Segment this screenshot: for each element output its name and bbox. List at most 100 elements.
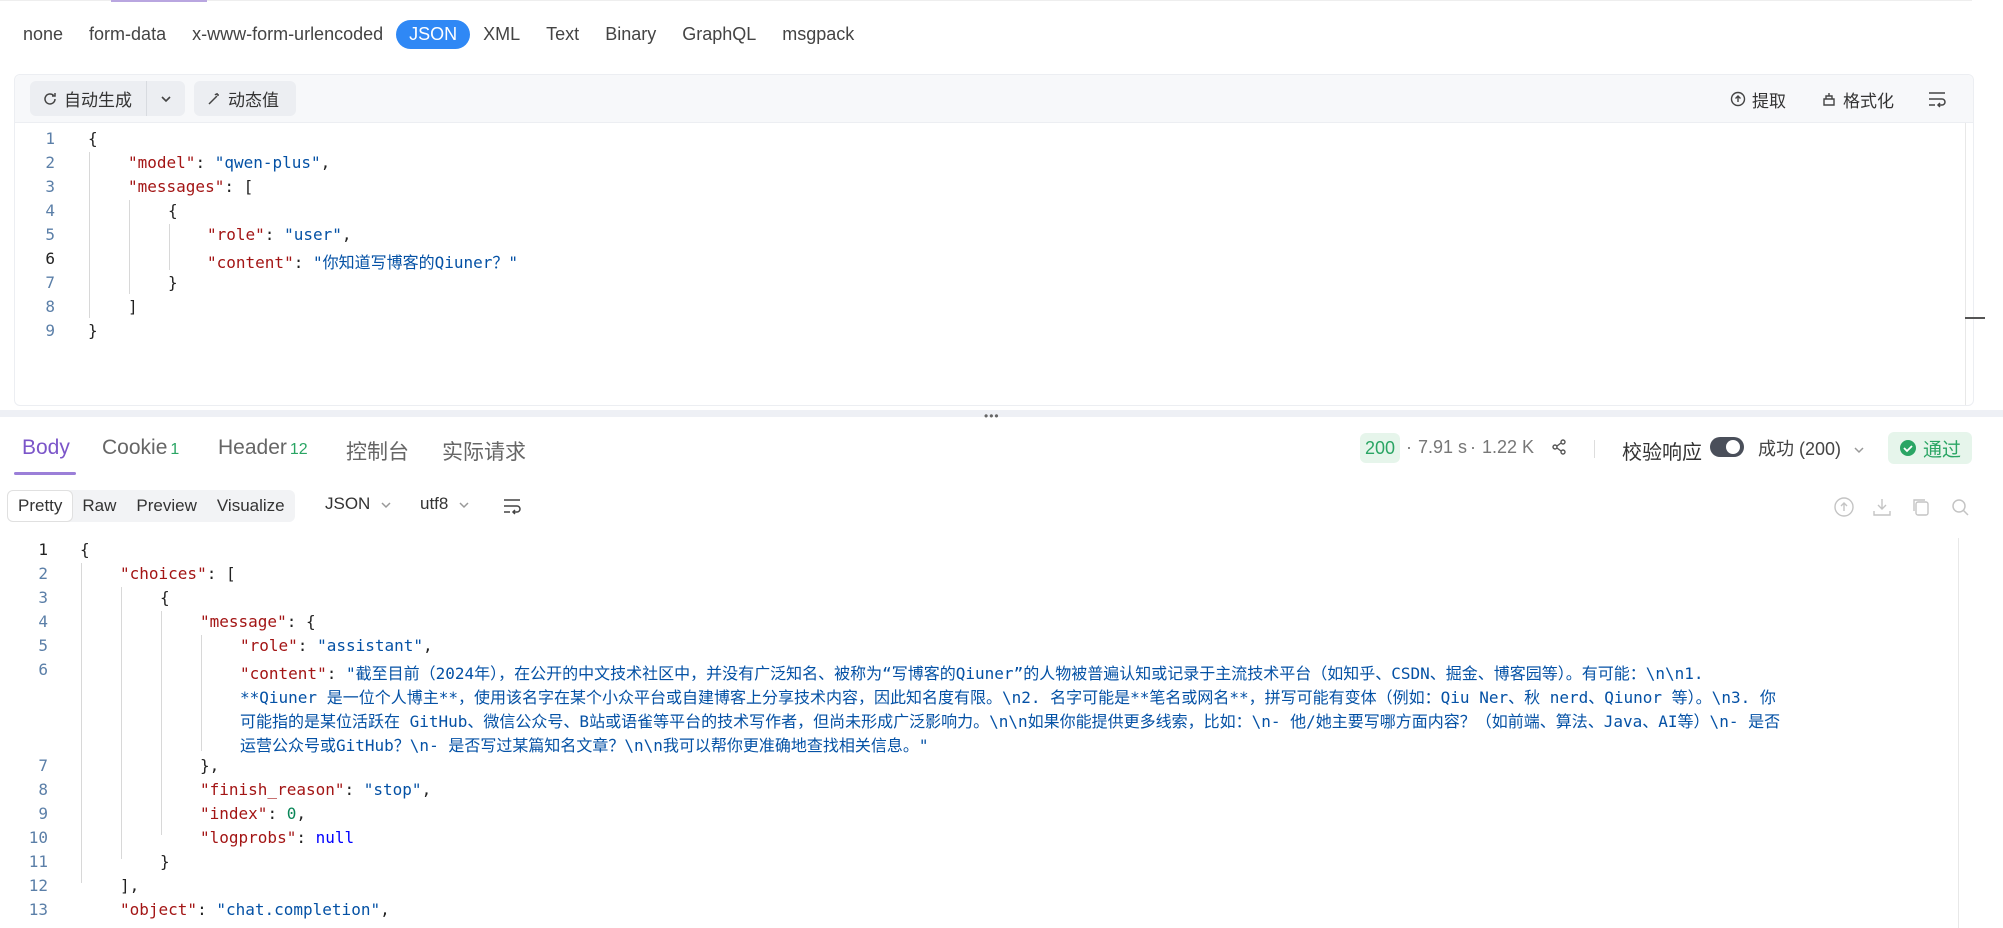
indent-guide — [169, 224, 170, 270]
brush-icon — [1823, 93, 1835, 106]
language-select-value: JSON — [325, 494, 371, 513]
view-format-segmented: Pretty Raw Preview Visualize — [8, 490, 295, 522]
divider — [1594, 440, 1595, 458]
line-number: 7 — [45, 273, 55, 292]
body-type-none[interactable]: none — [10, 20, 76, 49]
chevron-down-icon — [459, 501, 469, 508]
share-icon[interactable] — [1550, 438, 1568, 456]
code-line: ] — [128, 297, 138, 316]
code-line: { — [88, 129, 98, 148]
code-line: } — [88, 321, 98, 340]
auto-generate-button[interactable]: 自动生成 — [30, 81, 185, 116]
code-line: "logprobs": null — [200, 828, 355, 847]
format-button[interactable]: 格式化 — [1821, 83, 1894, 115]
line-number: 13 — [28, 900, 48, 919]
upload-circle-icon — [1730, 91, 1746, 107]
code-line: "model": "qwen-plus", — [128, 153, 331, 172]
indent-guide — [201, 635, 202, 751]
tab-console[interactable]: 控制台 — [346, 436, 409, 466]
line-number: 6 — [45, 249, 55, 268]
status-select-value: 成功 (200) — [1758, 439, 1842, 459]
body-type-form-data[interactable]: form-data — [76, 20, 179, 49]
response-scrollbar[interactable] — [1958, 538, 1959, 928]
code-line: "index": 0, — [200, 804, 306, 823]
magic-wand-icon — [208, 92, 219, 105]
line-number: 11 — [28, 852, 48, 871]
search-icon[interactable] — [1949, 496, 1971, 518]
indent-guide — [121, 587, 122, 859]
wrap-lines-button[interactable] — [1927, 83, 1947, 115]
line-number: 8 — [38, 780, 48, 799]
code-line: 运营公众号或GitHub？\n- 是否写过某篇知名文章？\n\n我可以帮你更准确… — [240, 736, 929, 755]
body-type-urlencoded[interactable]: x-www-form-urlencoded — [179, 20, 396, 49]
line-number: 4 — [45, 201, 55, 220]
tab-cookie-label: Cookie — [102, 436, 168, 459]
extract-button[interactable]: 提取 — [1730, 83, 1786, 115]
scroll-position-marker — [1965, 317, 1985, 319]
separator-dot: · — [1470, 437, 1476, 457]
code-line: "role": "user", — [207, 225, 352, 244]
wrap-lines-icon[interactable] — [502, 497, 522, 515]
pane-splitter[interactable] — [0, 410, 2003, 417]
line-number: 9 — [38, 804, 48, 823]
line-number: 12 — [28, 876, 48, 895]
line-number: 8 — [45, 297, 55, 316]
code-line: 可能指的是某位活跃在 GitHub、微信公众号、B站或语雀等平台的技术写作者，但… — [240, 712, 1781, 731]
body-type-graphql[interactable]: GraphQL — [669, 20, 769, 49]
line-number: 6 — [38, 660, 48, 679]
editor-scrollbar[interactable] — [1965, 123, 1966, 405]
active-tab-indicator — [111, 0, 207, 2]
indent-guide — [89, 152, 90, 318]
pass-badge: 通过 — [1888, 432, 1972, 464]
format-visualize[interactable]: Visualize — [207, 491, 295, 521]
line-number: 9 — [45, 321, 55, 340]
body-type-xml[interactable]: XML — [470, 20, 533, 49]
validate-response-toggle[interactable] — [1710, 437, 1744, 457]
code-line: { — [80, 540, 90, 559]
chevron-down-icon — [1854, 447, 1864, 454]
download-icon[interactable] — [1871, 496, 1893, 518]
status-select[interactable]: 成功 (200) — [1758, 435, 1866, 461]
body-type-json[interactable]: JSON — [396, 19, 471, 49]
tab-body[interactable]: Body — [22, 436, 70, 460]
chevron-down-icon — [381, 501, 391, 508]
header-count-badge: 12 — [289, 441, 308, 458]
dynamic-value-button[interactable]: 动态值 — [194, 81, 296, 116]
refresh-icon — [44, 92, 56, 105]
drag-handle-icon[interactable]: ••• — [984, 409, 1000, 423]
chevron-down-icon[interactable] — [159, 92, 173, 106]
response-time: 7.91 s — [1418, 437, 1468, 457]
tab-body-underline — [14, 472, 76, 475]
encoding-select-value: utf8 — [420, 494, 449, 513]
code-line: "content": "截至目前（2024年），在公开的中文技术社区中，并没有广… — [240, 664, 1704, 683]
extract-label: 提取 — [1752, 91, 1786, 111]
body-type-msgpack[interactable]: msgpack — [769, 20, 867, 49]
code-line: { — [160, 588, 170, 607]
line-number: 2 — [45, 153, 55, 172]
tab-cookie[interactable]: Cookie 1 — [102, 436, 179, 460]
body-type-binary[interactable]: Binary — [592, 20, 669, 49]
code-line: "role": "assistant", — [240, 636, 433, 655]
validate-response-label: 校验响应 — [1622, 442, 1702, 464]
status-badge: 200 — [1360, 433, 1400, 463]
tab-header[interactable]: Header 12 — [218, 436, 308, 460]
code-line: } — [160, 852, 170, 871]
line-number: 5 — [45, 225, 55, 244]
format-pretty[interactable]: Pretty — [8, 491, 73, 521]
line-number: 1 — [45, 129, 55, 148]
body-type-selector: none form-data x-www-form-urlencoded JSO… — [10, 18, 867, 50]
indent-guide — [81, 563, 82, 883]
format-preview[interactable]: Preview — [126, 491, 206, 521]
code-line: }, — [200, 756, 220, 775]
upload-circle-icon[interactable] — [1833, 496, 1855, 518]
code-line: } — [168, 273, 178, 292]
tab-actual-request[interactable]: 实际请求 — [442, 436, 526, 466]
format-raw[interactable]: Raw — [72, 491, 126, 521]
format-label: 格式化 — [1843, 91, 1894, 111]
line-number: 5 — [38, 636, 48, 655]
code-line: "messages": [ — [128, 177, 254, 196]
language-select[interactable]: JSON — [325, 494, 393, 514]
copy-icon[interactable] — [1910, 496, 1932, 518]
encoding-select[interactable]: utf8 — [420, 494, 471, 514]
body-type-text[interactable]: Text — [533, 20, 592, 49]
